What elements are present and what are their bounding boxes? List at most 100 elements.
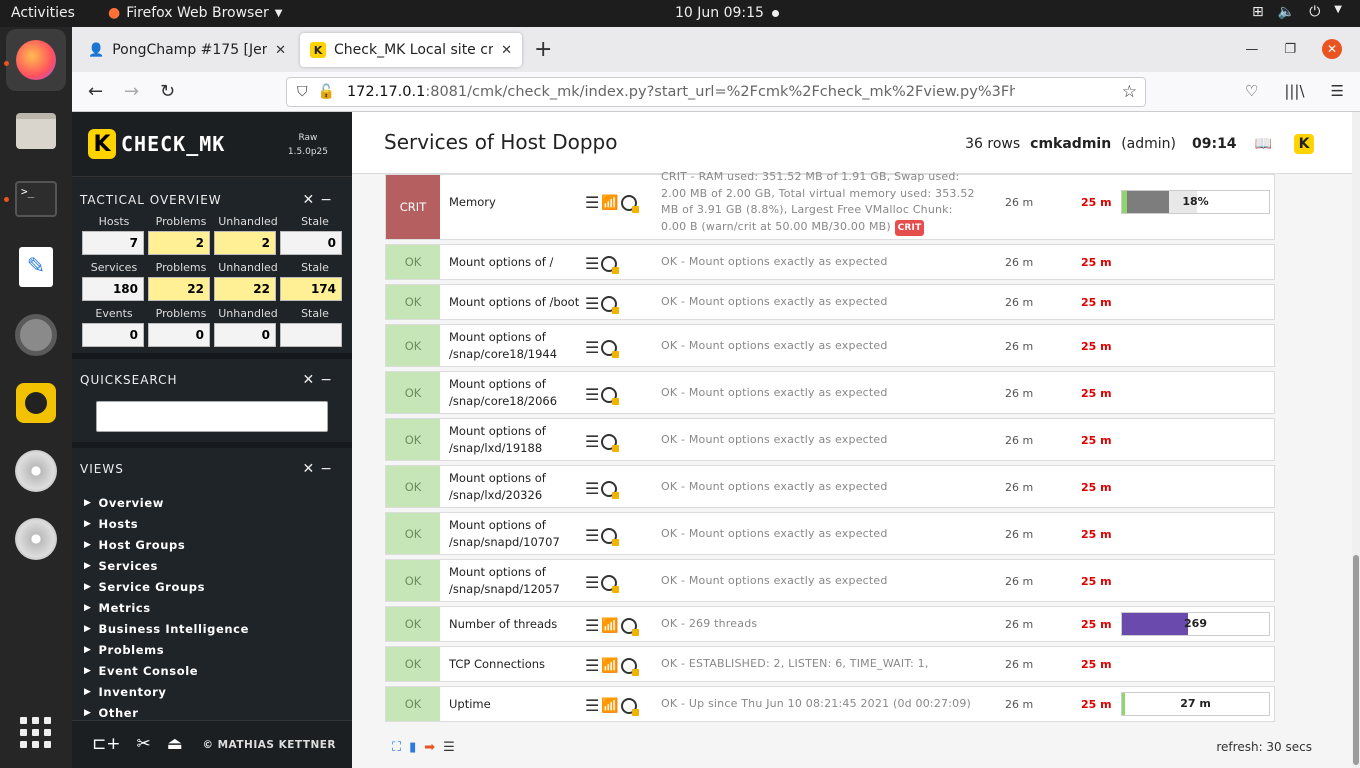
views-header[interactable]: VIEWS ✕− (72, 454, 352, 484)
service-problems-count[interactable]: 22 (148, 277, 210, 301)
close-icon[interactable]: ✕ (303, 461, 321, 477)
host-unhandled-count[interactable]: 2 (214, 231, 276, 255)
maximize-button[interactable]: ❐ (1284, 42, 1296, 57)
graph-icon[interactable]: 📶 (601, 195, 618, 211)
view-service-groups[interactable]: ▶ Service Groups (84, 576, 352, 597)
check-period-icon[interactable] (620, 617, 639, 636)
service-name[interactable]: Uptime (449, 696, 579, 713)
app-menu[interactable]: ● Firefox Web Browser ▼ (108, 5, 282, 21)
check-period-icon[interactable] (601, 527, 620, 546)
view-services[interactable]: ▶ Services (84, 555, 352, 576)
graph-icon[interactable]: 📶 (601, 698, 618, 714)
quicksearch-header[interactable]: QUICKSEARCH ✕− (72, 365, 352, 395)
host-problems-count[interactable]: 2 (148, 231, 210, 255)
forward-button[interactable]: → (124, 81, 139, 102)
menu-icon[interactable]: ☰ (585, 656, 599, 675)
view-business-intelligence[interactable]: ▶ Business Intelligence (84, 618, 352, 639)
scrollbar-thumb[interactable] (1353, 555, 1359, 765)
check-period-icon[interactable] (601, 386, 620, 405)
show-applications-icon[interactable] (20, 717, 51, 748)
minimize-icon[interactable]: − (320, 192, 338, 208)
check-period-icon[interactable] (601, 574, 620, 593)
bookmark-star-icon[interactable]: ☆ (1122, 82, 1137, 102)
insecure-lock-icon[interactable]: 🔓 (318, 84, 335, 100)
dock-dvd-2[interactable] (12, 515, 60, 563)
check-period-icon[interactable] (601, 480, 620, 499)
close-icon[interactable]: ✕ (275, 43, 286, 58)
event-problems-count[interactable]: 0 (148, 323, 210, 347)
service-name[interactable]: Mount options of /snap/core18/1944 (449, 329, 564, 363)
new-tab-button[interactable]: + (534, 37, 552, 62)
service-name[interactable]: Number of threads (449, 616, 579, 633)
check-period-icon[interactable] (601, 295, 620, 314)
dock-dvd-1[interactable] (12, 447, 60, 495)
checkmk-logo-icon[interactable]: K (1294, 134, 1314, 154)
checkmk-logo-icon[interactable]: K (88, 129, 116, 159)
dock-files[interactable] (12, 107, 60, 155)
view-metrics[interactable]: ▶ Metrics (84, 597, 352, 618)
service-name[interactable]: Mount options of /snap/lxd/19188 (449, 423, 564, 457)
service-name[interactable]: Mount options of / (449, 254, 579, 271)
menu-icon[interactable]: ☰ (585, 616, 599, 635)
list-icon[interactable]: ☰ (443, 740, 455, 755)
menu-icon[interactable]: ☰ (1331, 82, 1344, 100)
menu-icon[interactable]: ☰ (585, 294, 599, 313)
menu-icon[interactable]: ☰ (585, 526, 599, 545)
tab-checkmk[interactable]: K Check_MK Local site cmk ✕ (300, 33, 522, 67)
services-count[interactable]: 180 (82, 277, 144, 301)
minimize-button[interactable]: — (1245, 42, 1258, 57)
dock-firefox[interactable] (6, 29, 66, 91)
url-bar[interactable]: ⛉ 🔓 172.17.0.1 :8081/cmk/check_mk/index.… (286, 77, 1146, 107)
dock-rhythmbox[interactable] (12, 379, 60, 427)
minimize-icon[interactable]: − (320, 372, 338, 388)
view-hosts[interactable]: ▶ Hosts (84, 513, 352, 534)
clock[interactable]: 10 Jun 09:15 (675, 5, 764, 21)
service-name[interactable]: Mount options of /snap/snapd/12057 (449, 564, 564, 598)
view-event-console[interactable]: ▶ Event Console (84, 660, 352, 681)
activities-button[interactable]: Activities (11, 5, 75, 21)
menu-icon[interactable]: ☰ (585, 573, 599, 592)
menu-icon[interactable]: ☰ (585, 432, 599, 451)
close-icon[interactable]: ✕ (303, 372, 321, 388)
tab-jenkins[interactable]: 👤 PongChamp #175 [Jenkins] ✕ (78, 33, 296, 67)
event-unhandled-count[interactable]: 0 (214, 323, 276, 347)
close-icon[interactable]: ✕ (501, 43, 512, 58)
service-name[interactable]: Mount options of /snap/snapd/10707 (449, 517, 564, 551)
window-close-button[interactable]: ✕ (1322, 39, 1342, 59)
back-button[interactable]: ← (88, 81, 103, 102)
graph-icon[interactable]: 📶 (601, 658, 618, 674)
check-period-icon[interactable] (620, 194, 639, 213)
quicksearch-input[interactable] (96, 401, 328, 432)
book-icon[interactable]: 📖 (1255, 136, 1272, 152)
service-name[interactable]: Mount options of /snap/core18/2066 (449, 376, 564, 410)
check-period-icon[interactable] (601, 339, 620, 358)
dock-terminal[interactable]: >_ (12, 175, 60, 223)
service-unhandled-count[interactable]: 22 (214, 277, 276, 301)
reload-button[interactable]: ↻ (160, 81, 175, 102)
hosts-count[interactable]: 7 (82, 231, 144, 255)
check-period-icon[interactable] (601, 433, 620, 452)
menu-icon[interactable]: ☰ (585, 254, 599, 273)
view-inventory[interactable]: ▶ Inventory (84, 681, 352, 702)
service-stale-count[interactable]: 174 (280, 277, 342, 301)
check-period-icon[interactable] (601, 255, 620, 274)
menu-icon[interactable]: ☰ (585, 193, 599, 212)
menu-icon[interactable]: ☰ (585, 385, 599, 404)
view-host-groups[interactable]: ▶ Host Groups (84, 534, 352, 555)
system-tray[interactable]: ⊞ 🔈 ⏻ ▼ (1252, 4, 1342, 20)
service-name[interactable]: Memory (449, 194, 579, 211)
graph-icon[interactable]: 📶 (601, 618, 618, 634)
page-scrollbar[interactable] (1352, 112, 1360, 768)
export-icon[interactable]: ▮ (409, 740, 416, 755)
check-period-icon[interactable] (620, 657, 639, 676)
library-icon[interactable]: |||\ (1284, 82, 1304, 100)
check-period-icon[interactable] (620, 697, 639, 716)
event-stale-count[interactable] (280, 323, 342, 347)
dock-settings[interactable] (12, 311, 60, 359)
pocket-icon[interactable]: ♡ (1245, 82, 1258, 100)
minimize-icon[interactable]: − (320, 461, 338, 477)
service-name[interactable]: Mount options of /boot (449, 294, 584, 311)
menu-icon[interactable]: ☰ (585, 479, 599, 498)
add-snapin-icon[interactable]: ⊏+ (92, 734, 121, 754)
service-name[interactable]: Mount options of /snap/lxd/20326 (449, 470, 564, 504)
